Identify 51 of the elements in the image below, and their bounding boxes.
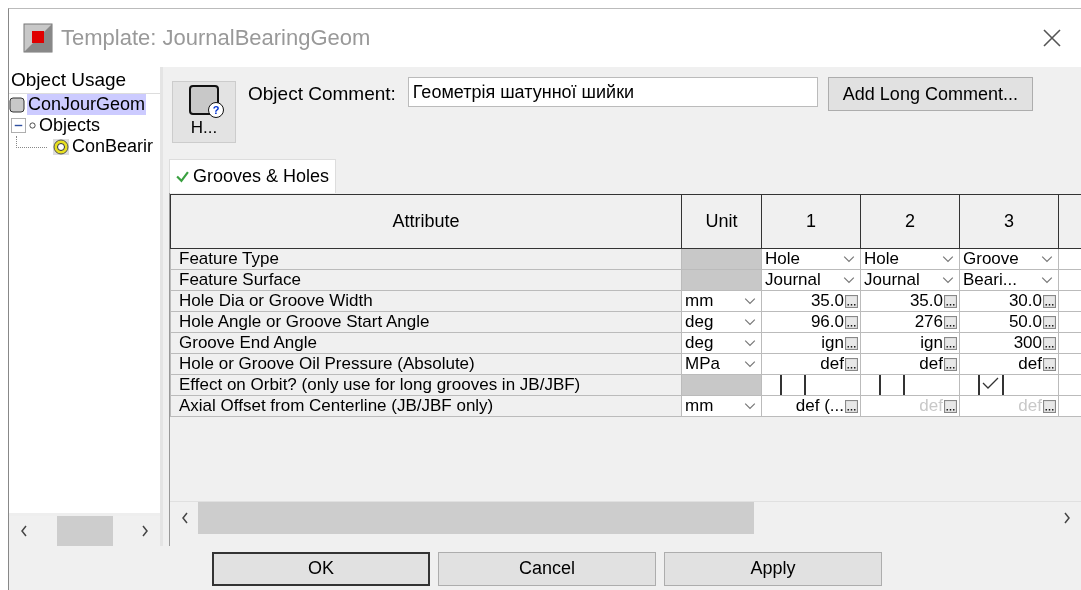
app-icon (23, 23, 53, 53)
scrollbar-thumb[interactable] (198, 502, 754, 534)
document-icon (188, 84, 222, 116)
table-cell: Axial Offset from Centerline (JB/JBF only) (170, 395, 682, 417)
node-icon (29, 122, 36, 129)
scrollbar-thumb[interactable] (56, 516, 113, 546)
help-badge: ? (208, 102, 224, 118)
add-long-comment-button[interactable]: Add Long Comment... (827, 77, 1033, 111)
help-button[interactable]: ? H... (172, 81, 236, 143)
chevron-down-icon (744, 297, 756, 305)
chevron-down-icon (942, 276, 954, 284)
table-cell: Hole Dia or Groove Width (170, 290, 682, 312)
scroll-left-icon[interactable] (19, 524, 29, 538)
table-cell: Feature Surface (170, 269, 682, 291)
chevron-down-icon (1041, 276, 1053, 284)
window-title: Template: JournalBearingGeom (61, 25, 372, 51)
chevron-down-icon (843, 255, 855, 263)
chevron-down-icon (744, 318, 756, 326)
scroll-left-icon[interactable] (180, 511, 190, 525)
chevron-down-icon (942, 255, 954, 263)
check-icon (176, 170, 189, 183)
tab[interactable]: Grooves & Holes (169, 159, 337, 193)
scroll-right-icon[interactable] (140, 524, 150, 538)
dialog-button[interactable]: Apply (664, 551, 882, 586)
column-header: 2 (860, 194, 960, 249)
dialog-button[interactable]: OK (212, 551, 430, 586)
chevron-down-icon (744, 402, 756, 410)
close-icon[interactable] (1042, 28, 1062, 48)
chevron-down-icon (1041, 255, 1053, 263)
column-header: 1 (761, 194, 861, 249)
table-cell: Hole or Groove Oil Pressure (Absolute) (170, 353, 682, 375)
tree-item[interactable]: Objects (38, 115, 102, 136)
chevron-down-icon (744, 339, 756, 347)
tree-item[interactable]: ConBearir (71, 136, 155, 157)
tree-item[interactable]: ConJourGeom (27, 94, 147, 115)
table-cell: Feature Type (170, 248, 682, 270)
chevron-down-icon (744, 360, 756, 368)
scroll-right-icon[interactable] (1062, 511, 1072, 525)
column-header: Attribute (170, 194, 682, 249)
table-cell: Hole Angle or Groove Start Angle (170, 311, 682, 333)
column-header: Unit (681, 194, 762, 249)
dialog-button[interactable]: Cancel (438, 551, 656, 586)
collapse-toggle-icon[interactable] (11, 118, 26, 133)
column-header: 3 (959, 194, 1059, 249)
comment-label: Object Comment: (248, 83, 396, 105)
table-cell: Groove End Angle (170, 332, 682, 354)
comment-field[interactable]: Геометрія шатунної шийки (407, 77, 818, 107)
chevron-down-icon (843, 276, 855, 284)
bearing-icon (53, 138, 69, 155)
table-cell: Effect on Orbit? (only use for long grooves in JB/JBF) (170, 374, 682, 396)
object-icon (9, 96, 25, 113)
